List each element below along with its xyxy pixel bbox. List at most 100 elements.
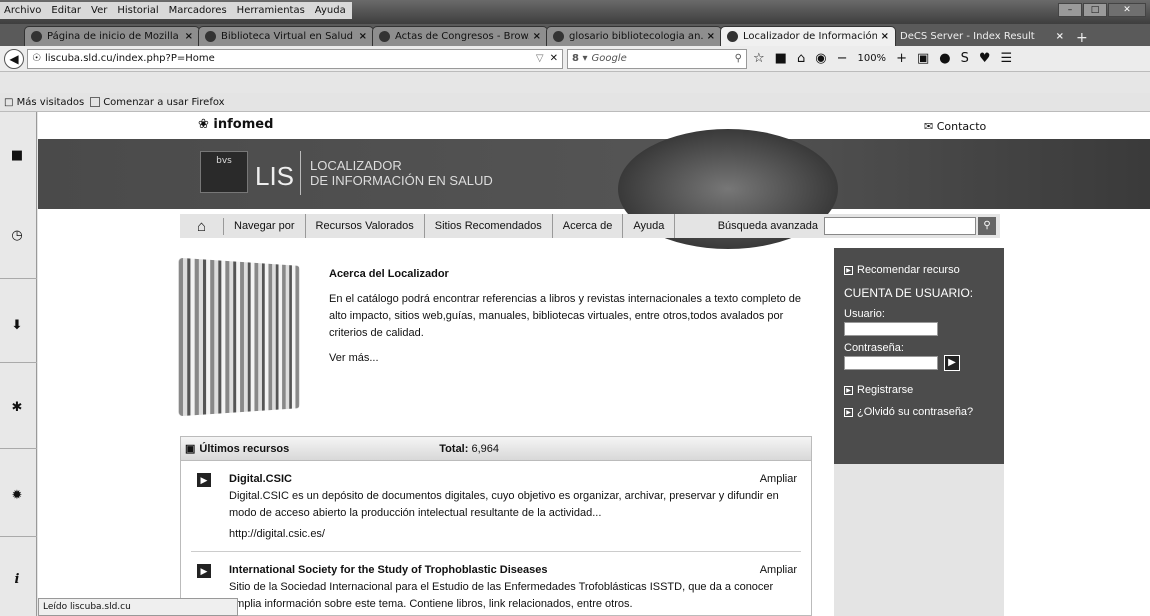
ampliar-link[interactable]: Ampliar — [760, 562, 797, 579]
divider — [300, 151, 301, 195]
google-icon — [553, 31, 564, 42]
arrow-icon[interactable]: ▶ — [197, 564, 211, 578]
list-item: ▶ Digital.CSIC Digital.CSIC es un depósi… — [191, 461, 801, 552]
arrow-icon: ▶ — [844, 407, 853, 417]
divider — [0, 362, 37, 363]
account-panel: ▶ Recomendar recurso CUENTA DE USUARIO: U… — [834, 248, 1004, 616]
home-icon[interactable]: ⌂ — [797, 51, 805, 66]
menu-icon[interactable]: ☰ — [1001, 51, 1013, 66]
account-title: CUENTA DE USUARIO: — [844, 286, 974, 300]
minimize-button[interactable]: – — [1058, 3, 1082, 17]
nav-ayuda[interactable]: Ayuda — [623, 214, 676, 238]
s-addon-icon[interactable]: S — [961, 51, 969, 66]
close-tab-icon[interactable]: × — [707, 31, 715, 42]
close-tab-icon[interactable]: × — [533, 31, 541, 42]
menu-marcadores[interactable]: Marcadores — [169, 5, 227, 16]
sidebar-square-icon[interactable]: ■ — [8, 148, 26, 163]
search-icon[interactable]: ⚲ — [978, 217, 996, 235]
nav-sitios-recomendados[interactable]: Sitios Recomendados — [425, 214, 553, 238]
dropdown-icon[interactable]: ▽ — [536, 53, 544, 64]
menu-editar[interactable]: Editar — [51, 5, 81, 16]
status-bar: Leído liscuba.sld.cu — [38, 598, 238, 616]
sidebar-clock-icon[interactable]: ◷ — [8, 228, 26, 243]
tab-glosario[interactable]: glosario bibliotecologia an... × — [546, 26, 722, 46]
web-page: ❀ infomed ✉ Contacto bvs LIS LOCALIZADOR… — [38, 112, 1150, 616]
advanced-search-link[interactable]: Búsqueda avanzada — [718, 220, 818, 232]
tab-actas[interactable]: Actas de Congresos - Brow... × — [372, 26, 548, 46]
resource-title[interactable]: Digital.CSIC — [229, 471, 781, 488]
maximize-button[interactable]: □ — [1083, 3, 1107, 17]
bookmarks-menu-icon[interactable]: ■ — [775, 51, 787, 66]
lis-logo[interactable]: LIS — [255, 161, 294, 192]
google-icon[interactable]: 8 ▾ — [572, 53, 587, 64]
contact-link[interactable]: ✉ Contacto — [924, 120, 986, 133]
resource-url[interactable]: http://digital.csic.es/ — [229, 526, 781, 543]
url-bar[interactable]: ☉ liscuba.sld.cu/index.php?P=Home ▽ ✕ — [27, 48, 563, 69]
sidebar-gear-icon[interactable]: ✹ — [8, 488, 26, 503]
home-icon[interactable]: ⌂ — [180, 217, 224, 235]
zoom-level[interactable]: 100% — [857, 53, 886, 64]
zoom-in-icon[interactable]: + — [896, 51, 907, 66]
register-link[interactable]: ▶ Registrarse — [844, 384, 994, 396]
login-button[interactable]: ▶ — [944, 355, 960, 371]
extension-icon[interactable]: ♥ — [979, 51, 991, 66]
username-input[interactable] — [844, 322, 938, 336]
sidebar-puzzle-icon[interactable]: ✱ — [8, 400, 26, 415]
menu-ayuda[interactable]: Ayuda — [315, 5, 346, 16]
url-text[interactable]: liscuba.sld.cu/index.php?P=Home — [45, 53, 536, 64]
top-strip: ❀ infomed ✉ Contacto — [38, 112, 1150, 139]
menu-ver[interactable]: Ver — [91, 5, 107, 16]
sidebar-info-icon[interactable]: i — [8, 572, 26, 587]
menu-herramientas[interactable]: Herramientas — [237, 5, 305, 16]
search-icon[interactable]: ⚲ — [735, 53, 742, 64]
site-search-input[interactable] — [824, 217, 976, 235]
screenshot-icon[interactable]: ▣ — [917, 51, 929, 66]
bvs-logo[interactable]: bvs — [200, 151, 248, 193]
tab-mozilla[interactable]: Página de inicio de Mozilla ... × — [24, 26, 200, 46]
infomed-logo[interactable]: ❀ infomed — [198, 117, 273, 132]
about-title: Acerca del Localizador — [329, 268, 449, 280]
search-engine-label[interactable]: Google — [591, 53, 734, 64]
addon-icon[interactable]: ◉ — [815, 51, 826, 66]
close-tab-icon[interactable]: × — [359, 31, 367, 42]
password-input[interactable] — [844, 356, 938, 370]
about-body: En el catálogo podrá encontrar referenci… — [329, 293, 802, 339]
tab-decs[interactable]: DeCS Server - Index Result × — [894, 26, 1070, 46]
close-tab-icon[interactable]: × — [881, 31, 889, 42]
rss-icon[interactable]: ▣ — [185, 442, 195, 455]
ampliar-link[interactable]: Ampliar — [760, 471, 797, 488]
arrow-icon[interactable]: ▶ — [197, 473, 211, 487]
site-identity-icon[interactable]: ☉ — [32, 53, 41, 64]
recommend-link[interactable]: ▶ Recomendar recurso — [844, 264, 994, 276]
resource-desc: Digital.CSIC es un depósito de documento… — [229, 490, 779, 519]
close-tab-icon[interactable]: × — [185, 31, 193, 42]
stop-icon[interactable]: ✕ — [550, 53, 558, 64]
bookmark-star-icon[interactable]: ☆ — [753, 51, 765, 66]
site-icon — [205, 31, 216, 42]
site-subtitle: LOCALIZADOR DE INFORMACIÓN EN SALUD — [310, 158, 493, 188]
adblock-icon[interactable]: ● — [939, 51, 950, 66]
menu-historial[interactable]: Historial — [117, 5, 158, 16]
most-visited-link[interactable]: □ Más visitados — [4, 97, 84, 108]
nav-navegar[interactable]: Navegar por — [224, 214, 306, 238]
close-tab-icon[interactable]: × — [1056, 31, 1064, 42]
loading-icon — [727, 31, 738, 42]
password-label: Contraseña: — [844, 342, 904, 354]
nav-recursos-valorados[interactable]: Recursos Valorados — [306, 214, 425, 238]
read-more-link[interactable]: Ver más... — [329, 350, 809, 367]
new-tab-button[interactable]: + — [1068, 30, 1096, 46]
menu-archivo[interactable]: Archivo — [4, 5, 41, 16]
resource-title[interactable]: International Society for the Study of T… — [229, 562, 781, 579]
tab-bvs[interactable]: Biblioteca Virtual en Salud ... × — [198, 26, 374, 46]
close-window-button[interactable]: ✕ — [1108, 3, 1146, 17]
getting-started-link[interactable]: Comenzar a usar Firefox — [90, 96, 225, 108]
nav-acerca-de[interactable]: Acerca de — [553, 214, 624, 238]
about-section: Acerca del Localizador En el catálogo po… — [329, 266, 809, 375]
sidebar-download-icon[interactable]: ⬇ — [8, 318, 26, 333]
search-bar[interactable]: 8 ▾ Google ⚲ — [567, 48, 747, 69]
forgot-password-link[interactable]: ▶ ¿Olvidó su contraseña? — [844, 406, 994, 418]
zoom-out-icon[interactable]: − — [837, 51, 848, 66]
tab-localizador[interactable]: Localizador de Información... × — [720, 26, 896, 46]
header-banner: bvs LIS LOCALIZADOR DE INFORMACIÓN EN SA… — [38, 129, 1150, 249]
back-button[interactable]: ◀ — [4, 48, 24, 69]
